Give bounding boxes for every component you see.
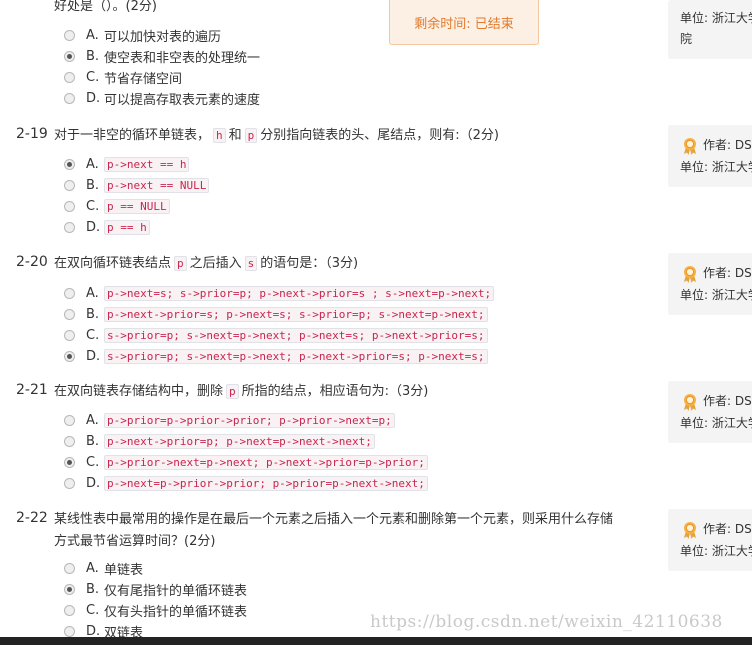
- option-c[interactable]: C. p == NULL: [64, 196, 170, 216]
- radio-option-c[interactable]: [64, 329, 75, 341]
- radio-option-d[interactable]: [64, 221, 75, 233]
- question-number: 2-19: [16, 126, 48, 142]
- author-unit: 单位: 浙江大学: [680, 288, 752, 302]
- radio-option-a[interactable]: [64, 158, 75, 170]
- author-name: 作者: DS: [703, 522, 752, 536]
- radio-option-a[interactable]: [64, 287, 75, 299]
- author-unit: 单位: 浙江大学: [680, 544, 752, 558]
- question-number: 2-21: [16, 382, 48, 398]
- option-a[interactable]: A. p->next == h: [64, 154, 190, 174]
- radio-option-a[interactable]: [64, 414, 75, 426]
- option-b[interactable]: B. 使空表和非空表的处理统一: [64, 46, 260, 66]
- author-card: 作者: DS 单位: 浙江大学: [668, 509, 752, 571]
- radio-option-b[interactable]: [64, 583, 75, 595]
- radio-option-d[interactable]: [64, 625, 75, 637]
- author-unit-extra: 院: [680, 32, 693, 46]
- question-text: 对于一非空的循环单链表， h 和 p 分别指向链表的头、尾结点，则有:（2分): [54, 128, 500, 143]
- question-number: 2-20: [16, 254, 48, 270]
- author-unit: 单位: 浙江大学: [680, 160, 752, 174]
- option-a[interactable]: A. p->prior=p->prior->prior; p->prior->n…: [64, 410, 395, 430]
- radio-option-c[interactable]: [64, 71, 75, 83]
- author-name: 作者: DS: [703, 266, 752, 280]
- medal-icon: [684, 522, 696, 539]
- author-name: 作者: DS: [703, 394, 752, 408]
- radio-option-d[interactable]: [64, 477, 75, 489]
- radio-option-d[interactable]: [64, 350, 75, 362]
- option-d[interactable]: D. 可以提高存取表元素的速度: [64, 88, 260, 108]
- option-c[interactable]: C. 仅有头指针的单循环链表: [64, 600, 247, 620]
- watermark: https://blog.csdn.net/weixin_42110638: [370, 612, 723, 632]
- radio-option-d[interactable]: [64, 92, 75, 104]
- option-d[interactable]: D. p == h: [64, 217, 150, 237]
- radio-option-b[interactable]: [64, 308, 75, 320]
- question-text: 好处是（）。(2分): [54, 0, 157, 14]
- radio-option-c[interactable]: [64, 456, 75, 468]
- option-c[interactable]: C. 节省存储空间: [64, 67, 182, 87]
- option-c[interactable]: C. s->prior=p; s->next=p->next; p->next=…: [64, 325, 488, 345]
- radio-option-b[interactable]: [64, 179, 75, 191]
- radio-option-a[interactable]: [64, 29, 75, 41]
- taskbar-strip: [0, 637, 752, 645]
- option-d[interactable]: D. p->next=p->prior->prior; p->prior=p->…: [64, 473, 428, 493]
- radio-option-b[interactable]: [64, 435, 75, 447]
- author-card: 单位: 浙江大学 院: [668, 0, 752, 59]
- remaining-time-box: 剩余时间: 已结束: [389, 0, 539, 45]
- question-number: 2-22: [16, 510, 48, 526]
- option-b[interactable]: B. p->next->prior=p; p->next=p->next->ne…: [64, 431, 375, 451]
- medal-icon: [684, 138, 696, 155]
- option-c[interactable]: C. p->prior->next=p->next; p->next->prio…: [64, 452, 428, 472]
- option-b[interactable]: B. p->next->prior=s; p->next=s; s->prior…: [64, 304, 488, 324]
- medal-icon: [684, 266, 696, 283]
- option-a[interactable]: A. p->next=s; s->prior=p; p->next->prior…: [64, 283, 495, 303]
- author-card: 作者: DS 单位: 浙江大学: [668, 125, 752, 187]
- question-text: 某线性表中最常用的操作是在最后一个元素之后插入一个元素和删除第一个元素，则采用什…: [54, 512, 614, 549]
- option-d[interactable]: D. s->prior=p; s->next=p->next; p->next-…: [64, 346, 488, 366]
- option-a[interactable]: A. 单链表: [64, 558, 143, 578]
- medal-icon: [684, 394, 696, 411]
- author-card: 作者: DS 单位: 浙江大学: [668, 381, 752, 443]
- radio-option-c[interactable]: [64, 604, 75, 616]
- question-text: 在双向循环链表结点 p 之后插入 s 的语句是：（3分): [54, 256, 359, 271]
- option-b[interactable]: B. 仅有尾指针的单循环链表: [64, 579, 247, 599]
- option-b[interactable]: B. p->next == NULL: [64, 175, 210, 195]
- author-unit: 单位: 浙江大学: [680, 11, 752, 25]
- radio-option-c[interactable]: [64, 200, 75, 212]
- option-a[interactable]: A. 可以加快对表的遍历: [64, 25, 221, 45]
- author-unit: 单位: 浙江大学: [680, 416, 752, 430]
- radio-option-b[interactable]: [64, 50, 75, 62]
- author-name: 作者: DS: [703, 138, 752, 152]
- radio-option-a[interactable]: [64, 562, 75, 574]
- author-card: 作者: DS 单位: 浙江大学: [668, 253, 752, 315]
- question-text: 在双向链表存储结构中，删除 p 所指的结点，相应语句为:（3分): [54, 384, 429, 399]
